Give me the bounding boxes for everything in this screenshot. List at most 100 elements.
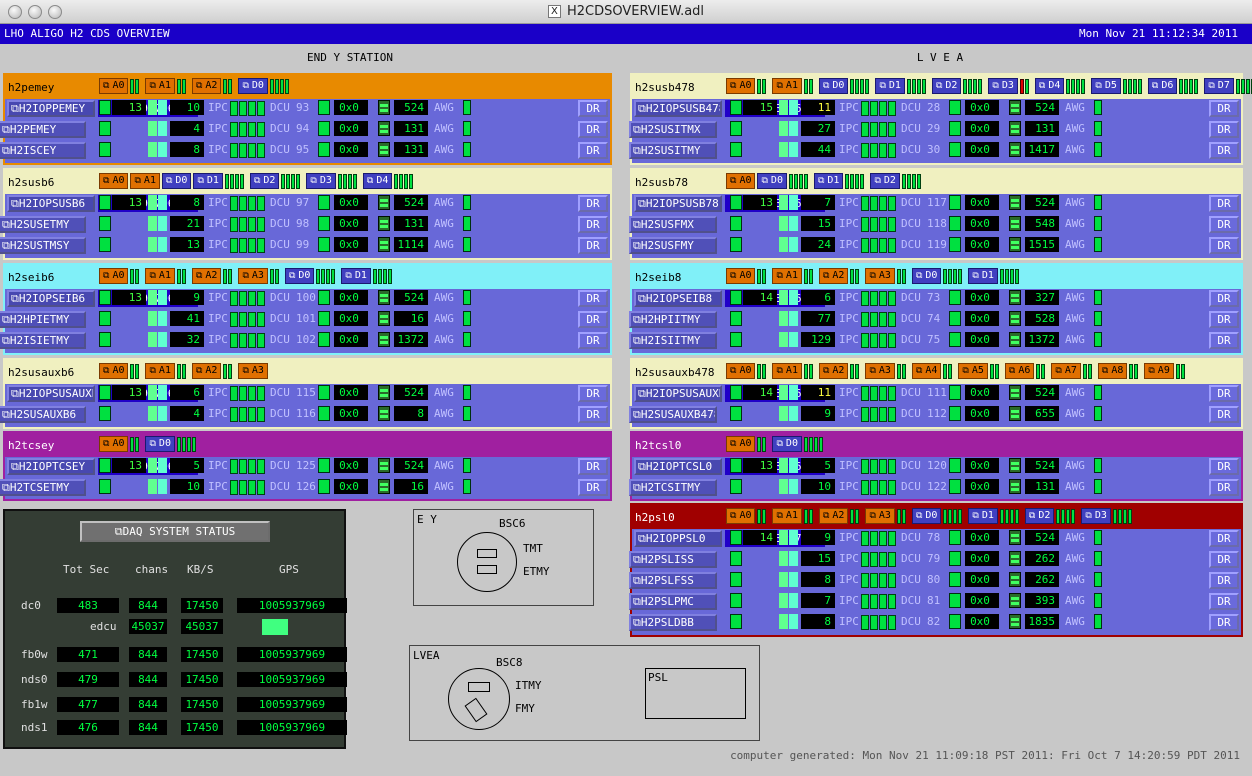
itmy-optic[interactable] — [468, 682, 490, 692]
card-d0-button[interactable]: ⧉ D0 — [238, 78, 268, 94]
dr-button[interactable]: DR — [1209, 195, 1239, 212]
card-a8-button[interactable]: ⧉ A8 — [1097, 363, 1128, 379]
card-a0-button[interactable]: ⧉ A0 — [99, 173, 129, 189]
card-a0-button[interactable]: ⧉ A0 — [726, 268, 756, 284]
card-a7-button[interactable]: ⧉ A7 — [1051, 363, 1081, 379]
card-d6-button[interactable]: ⧉ D6 — [1147, 78, 1178, 94]
card-a3-button[interactable]: ⧉ A3 — [865, 508, 895, 524]
card-a0-button[interactable]: ⧉ A0 — [99, 363, 129, 379]
card-d1-button[interactable]: ⧉ D1 — [875, 78, 905, 94]
card-a1-button[interactable]: ⧉ A1 — [772, 78, 802, 94]
dr-button[interactable]: DR — [578, 385, 608, 402]
dr-button[interactable]: DR — [1209, 237, 1239, 254]
card-a0-button[interactable]: ⧉ A0 — [726, 436, 756, 452]
card-a5-button[interactable]: ⧉ A5 — [958, 363, 988, 379]
card-d0-button[interactable]: ⧉ D0 — [772, 436, 802, 452]
model-button[interactable]: ⧉H2SUSAUXB478 — [629, 406, 717, 423]
card-a0-button[interactable]: ⧉ A0 — [99, 268, 129, 284]
iop-button[interactable]: ⧉H2IOPSUSB478 — [634, 100, 722, 117]
card-a2-button[interactable]: ⧉ A2 — [818, 508, 849, 524]
iop-button[interactable]: ⧉H2IOPTCSL0 — [634, 458, 722, 475]
card-d2-button[interactable]: ⧉ D2 — [870, 173, 900, 189]
card-a0-button[interactable]: ⧉ A0 — [726, 508, 756, 524]
card-a3-button[interactable]: ⧉ A3 — [238, 268, 268, 284]
model-button[interactable]: ⧉H2SUSFMX — [629, 216, 717, 233]
iop-button[interactable]: ⧉H2IOPSUSB78 — [634, 195, 722, 212]
card-d0-button[interactable]: ⧉ D0 — [818, 78, 849, 94]
dr-button[interactable]: DR — [1209, 100, 1239, 117]
iop-button[interactable]: ⧉H2IOPTCSEY — [7, 458, 95, 475]
card-d3-button[interactable]: ⧉ D3 — [988, 78, 1018, 94]
dr-button[interactable]: DR — [578, 479, 608, 496]
dr-button[interactable]: DR — [578, 290, 608, 307]
iop-button[interactable]: ⧉H2IOPSEIB6 — [7, 290, 95, 307]
dr-button[interactable]: DR — [578, 406, 608, 423]
dr-button[interactable]: DR — [578, 237, 608, 254]
card-d4-button[interactable]: ⧉ D4 — [362, 173, 393, 189]
dr-button[interactable]: DR — [578, 195, 608, 212]
card-a3-button[interactable]: ⧉ A3 — [865, 363, 895, 379]
card-a4-button[interactable]: ⧉ A4 — [911, 363, 942, 379]
bsc6-chamber[interactable] — [457, 532, 517, 592]
model-button[interactable]: ⧉H2SUSTMSY — [0, 237, 86, 254]
model-button[interactable]: ⧉H2SUSITMY — [629, 142, 717, 159]
card-a2-button[interactable]: ⧉ A2 — [191, 363, 222, 379]
dr-button[interactable]: DR — [1209, 216, 1239, 233]
model-button[interactable]: ⧉H2SUSAUXB6 — [0, 406, 86, 423]
card-a2-button[interactable]: ⧉ A2 — [818, 268, 849, 284]
model-button[interactable]: ⧉H2SUSFMY — [629, 237, 717, 254]
dr-button[interactable]: DR — [1209, 593, 1239, 610]
card-a2-button[interactable]: ⧉ A2 — [818, 363, 849, 379]
card-d1-button[interactable]: ⧉ D1 — [813, 173, 844, 189]
dr-button[interactable]: DR — [1209, 530, 1239, 547]
card-d0-button[interactable]: ⧉ D0 — [911, 508, 942, 524]
card-a3-button[interactable]: ⧉ A3 — [238, 363, 268, 379]
tmt-optic[interactable] — [477, 549, 497, 558]
close-window-button[interactable] — [8, 5, 22, 19]
model-button[interactable]: ⧉H2ISIITMY — [629, 332, 717, 349]
card-d4-button[interactable]: ⧉ D4 — [1034, 78, 1065, 94]
dr-button[interactable]: DR — [578, 311, 608, 328]
iop-button[interactable]: ⧉H2IOPPEMEY — [7, 100, 95, 117]
card-a6-button[interactable]: ⧉ A6 — [1004, 363, 1035, 379]
card-d0-button[interactable]: ⧉ D0 — [145, 436, 175, 452]
card-d1-button[interactable]: ⧉ D1 — [341, 268, 371, 284]
card-a1-button[interactable]: ⧉ A1 — [145, 363, 175, 379]
model-button[interactable]: ⧉H2ISIETMY — [0, 332, 86, 349]
iop-button[interactable]: ⧉H2IOPSEIB8 — [634, 290, 722, 307]
zoom-window-button[interactable] — [48, 5, 62, 19]
card-d7-button[interactable]: ⧉ D7 — [1204, 78, 1234, 94]
etmy-optic[interactable] — [477, 565, 497, 574]
card-d5-button[interactable]: ⧉ D5 — [1091, 78, 1121, 94]
card-a1-button[interactable]: ⧉ A1 — [772, 268, 802, 284]
card-d1-button[interactable]: ⧉ D1 — [968, 268, 998, 284]
card-a0-button[interactable]: ⧉ A0 — [726, 173, 756, 189]
model-button[interactable]: ⧉H2SUSETMY — [0, 216, 86, 233]
card-d3-button[interactable]: ⧉ D3 — [1081, 508, 1111, 524]
model-button[interactable]: ⧉H2TCSETMY — [0, 479, 86, 496]
daq-title-button[interactable]: ⧉DAQ SYSTEM STATUS — [80, 521, 270, 542]
card-d1-button[interactable]: ⧉ D1 — [968, 508, 998, 524]
iop-button[interactable]: ⧉H2IOPPSL0 — [634, 530, 722, 547]
model-button[interactable]: ⧉H2PSLDBB — [629, 614, 717, 631]
model-button[interactable]: ⧉H2PEMEY — [0, 121, 86, 138]
minimize-window-button[interactable] — [28, 5, 42, 19]
model-button[interactable]: ⧉H2SUSITMX — [629, 121, 717, 138]
iop-button[interactable]: ⧉H2IOPSUSB6 — [7, 195, 95, 212]
dr-button[interactable]: DR — [1209, 406, 1239, 423]
card-d2-button[interactable]: ⧉ D2 — [931, 78, 962, 94]
card-a1-button[interactable]: ⧉ A1 — [130, 173, 160, 189]
model-button[interactable]: ⧉H2PSLPMC — [629, 593, 717, 610]
card-d0-button[interactable]: ⧉ D0 — [161, 173, 192, 189]
card-a0-button[interactable]: ⧉ A0 — [726, 363, 756, 379]
model-button[interactable]: ⧉H2HPIITMY — [629, 311, 717, 328]
dr-button[interactable]: DR — [1209, 290, 1239, 307]
card-a1-button[interactable]: ⧉ A1 — [145, 268, 175, 284]
card-a1-button[interactable]: ⧉ A1 — [772, 508, 802, 524]
dr-button[interactable]: DR — [578, 121, 608, 138]
dr-button[interactable]: DR — [1209, 121, 1239, 138]
card-d0-button[interactable]: ⧉ D0 — [757, 173, 787, 189]
model-button[interactable]: ⧉H2HPIETMY — [0, 311, 86, 328]
card-a2-button[interactable]: ⧉ A2 — [191, 78, 222, 94]
card-d1-button[interactable]: ⧉ D1 — [193, 173, 223, 189]
